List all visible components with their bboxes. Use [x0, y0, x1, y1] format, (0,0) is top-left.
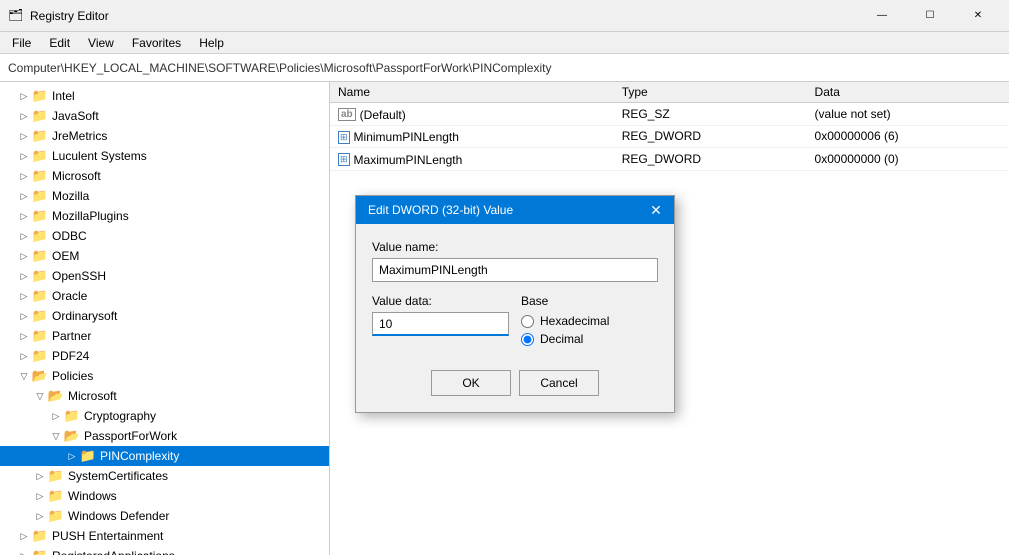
value-name-label: Value name:	[372, 240, 658, 254]
decimal-radio[interactable]	[521, 333, 534, 346]
base-group: Base Hexadecimal Decimal	[521, 294, 658, 350]
base-label: Base	[521, 294, 658, 308]
dialog-body: Value name: Value data: Base Hexadecimal…	[356, 224, 674, 412]
cancel-button[interactable]: Cancel	[519, 370, 599, 396]
value-data-label: Value data:	[372, 294, 509, 308]
dialog-close-button[interactable]: ✕	[646, 200, 666, 220]
decimal-label: Decimal	[540, 332, 583, 346]
radio-decimal[interactable]: Decimal	[521, 332, 658, 346]
radio-hexadecimal[interactable]: Hexadecimal	[521, 314, 658, 328]
ok-button[interactable]: OK	[431, 370, 511, 396]
dialog-buttons: OK Cancel	[372, 366, 658, 396]
dialog-left: Value data:	[372, 294, 509, 350]
hexadecimal-radio[interactable]	[521, 315, 534, 328]
dialog-overlay: Edit DWORD (32-bit) Value ✕ Value name: …	[0, 0, 1009, 555]
value-data-input[interactable]	[372, 312, 509, 336]
dialog-title: Edit DWORD (32-bit) Value	[368, 203, 513, 217]
hexadecimal-label: Hexadecimal	[540, 314, 609, 328]
edit-dword-dialog: Edit DWORD (32-bit) Value ✕ Value name: …	[355, 195, 675, 413]
dialog-titlebar: Edit DWORD (32-bit) Value ✕	[356, 196, 674, 224]
value-name-input[interactable]	[372, 258, 658, 282]
dialog-row: Value data: Base Hexadecimal Decimal	[372, 294, 658, 350]
